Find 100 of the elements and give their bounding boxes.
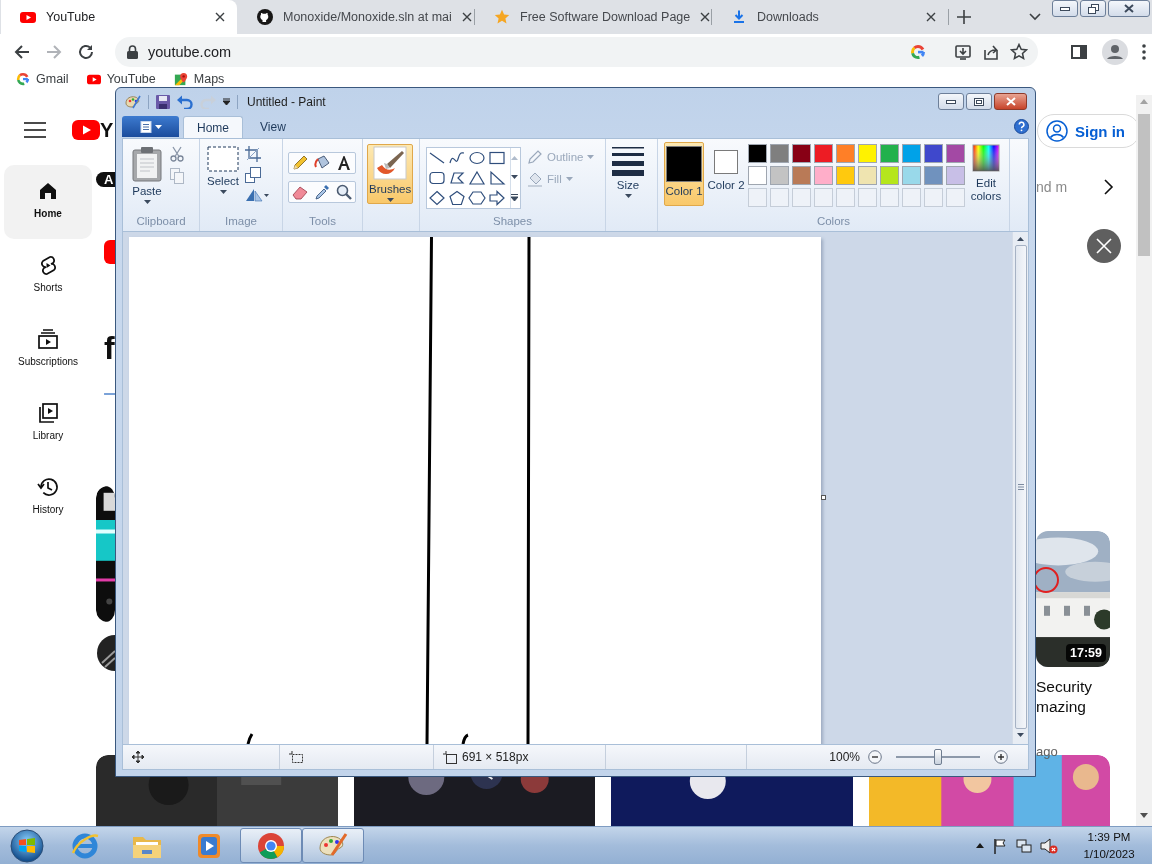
right-triangle-icon[interactable] — [488, 170, 506, 186]
color-swatch[interactable] — [748, 144, 767, 163]
hexagon-icon[interactable] — [468, 190, 486, 206]
maximize-button[interactable] — [966, 93, 992, 110]
paste-button[interactable]: Paste — [130, 144, 164, 206]
color-swatch[interactable] — [858, 166, 877, 185]
reload-icon[interactable] — [77, 43, 95, 61]
back-icon[interactable] — [13, 43, 31, 61]
g-icon[interactable] — [16, 72, 30, 86]
ribbon-tab[interactable]: View — [247, 116, 299, 138]
close-icon[interactable] — [700, 12, 711, 22]
shapes-gallery[interactable] — [426, 147, 521, 209]
ribbon-tab[interactable]: Home — [183, 116, 243, 138]
empty-swatch[interactable] — [924, 188, 943, 207]
browser-tab[interactable]: Downloads — [712, 0, 948, 34]
close-button[interactable] — [1087, 229, 1121, 263]
color-slot-button[interactable]: Color 1 — [664, 142, 704, 206]
minimize-button[interactable] — [1052, 0, 1078, 17]
save-icon[interactable] — [156, 94, 170, 109]
color-swatch[interactable] — [836, 144, 855, 163]
color-swatch[interactable] — [814, 144, 833, 163]
empty-swatch[interactable] — [902, 188, 921, 207]
sidebar-item[interactable]: Library — [0, 387, 96, 461]
rotate-icon[interactable] — [245, 188, 269, 202]
color-swatch[interactable] — [902, 144, 921, 163]
color-swatch[interactable] — [946, 144, 965, 163]
bookmark-link[interactable]: Gmail — [36, 72, 69, 86]
scroll-down-icon[interactable] — [1017, 733, 1024, 737]
close-button[interactable] — [994, 93, 1027, 110]
scrollbar[interactable] — [1136, 95, 1152, 826]
color-swatch[interactable] — [858, 144, 877, 163]
more-icon[interactable] — [510, 193, 518, 201]
menu-icon[interactable] — [24, 122, 46, 138]
bookmark-link[interactable]: Maps — [193, 72, 225, 86]
bookmark-star-icon[interactable] — [1010, 43, 1028, 61]
brushes-button[interactable]: Brushes — [367, 144, 414, 204]
new-tab-icon[interactable] — [957, 10, 971, 24]
sidebar-item[interactable]: Home — [4, 165, 92, 239]
line-icon[interactable] — [428, 150, 446, 166]
color-swatch[interactable] — [880, 166, 899, 185]
size-button[interactable]: Size — [609, 144, 647, 200]
color-slot-button[interactable]: Color 2 — [706, 142, 746, 206]
empty-swatch[interactable] — [836, 188, 855, 207]
color-swatch[interactable] — [902, 166, 921, 185]
restore-button[interactable] — [1080, 0, 1106, 17]
crop-icon[interactable] — [245, 146, 261, 162]
flag-icon[interactable] — [992, 837, 1008, 854]
pentagon-icon[interactable] — [448, 190, 466, 206]
zoom-out-icon[interactable] — [868, 750, 882, 764]
sidebar-item[interactable]: Shorts — [0, 239, 96, 313]
taskbar-button[interactable] — [302, 828, 364, 863]
scroll-thumb[interactable] — [1014, 245, 1027, 729]
start-orb-icon[interactable] — [10, 828, 44, 863]
close-icon[interactable] — [461, 12, 472, 22]
select-button[interactable]: Select — [205, 144, 241, 196]
polygon-icon[interactable] — [448, 170, 466, 186]
color-swatch[interactable] — [924, 144, 943, 163]
video-title[interactable]: Security — [1036, 677, 1092, 697]
color-swatch[interactable] — [770, 166, 789, 185]
chevron-right-icon[interactable] — [1104, 179, 1114, 195]
help-icon[interactable] — [1014, 119, 1029, 134]
g-icon[interactable] — [910, 44, 926, 60]
color-swatch[interactable] — [836, 166, 855, 185]
scrollbar[interactable] — [1012, 232, 1028, 744]
minimize-button[interactable] — [938, 93, 964, 110]
magnifier-icon[interactable] — [335, 183, 353, 201]
taskbar-button[interactable] — [240, 828, 302, 863]
oval-icon[interactable] — [468, 150, 486, 166]
empty-swatch[interactable] — [880, 188, 899, 207]
browser-tab[interactable]: Monoxide/Monoxide.sln at mai — [238, 0, 474, 34]
rectangle-icon[interactable] — [488, 150, 506, 166]
browser-icon[interactable] — [256, 830, 286, 861]
color-swatch[interactable] — [946, 166, 965, 185]
share-icon[interactable] — [982, 43, 1000, 61]
empty-swatch[interactable] — [748, 188, 767, 207]
network-icon[interactable] — [1016, 837, 1032, 854]
menu-icon[interactable] — [1142, 44, 1146, 60]
resize-icon[interactable] — [245, 167, 261, 183]
undo-icon[interactable] — [177, 94, 193, 109]
sidebar-item[interactable]: History — [0, 461, 96, 535]
browser-tab[interactable]: Free Software Download Page — [475, 0, 711, 34]
curve-icon[interactable] — [448, 150, 466, 166]
paint-app-icon[interactable] — [124, 93, 141, 110]
customize-icon[interactable] — [223, 98, 230, 105]
clock[interactable]: 1:39 PM 1/10/2023 — [1080, 828, 1138, 863]
empty-swatch[interactable] — [770, 188, 789, 207]
bookmark-link[interactable]: YouTube — [106, 72, 156, 86]
scroll-down-icon[interactable] — [1140, 813, 1148, 818]
address-bar[interactable]: youtube.com — [115, 37, 1038, 67]
color-swatch[interactable] — [792, 144, 811, 163]
color-swatch[interactable] — [792, 166, 811, 185]
slider-thumb[interactable] — [934, 749, 942, 765]
close-icon[interactable] — [215, 12, 225, 22]
resize-handle[interactable] — [821, 495, 826, 500]
color-swatch[interactable] — [880, 144, 899, 163]
color-swatch[interactable] — [924, 166, 943, 185]
color-swatch[interactable] — [770, 144, 789, 163]
rounded-rectangle-icon[interactable] — [428, 170, 446, 186]
caret-icon[interactable] — [976, 843, 984, 848]
zoom-in-icon[interactable] — [994, 750, 1008, 764]
